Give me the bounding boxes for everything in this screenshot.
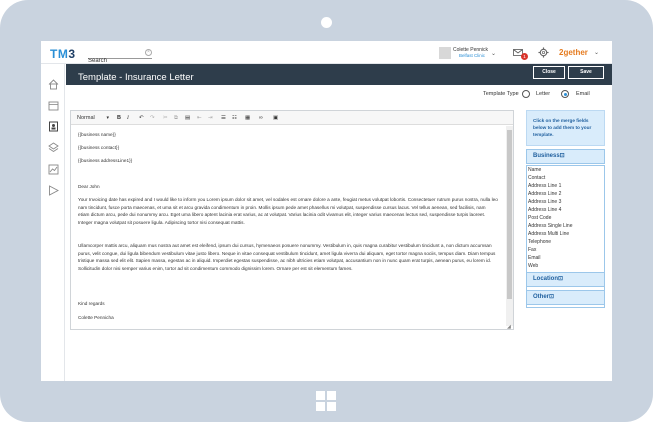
template-type-colon: :: [516, 91, 518, 97]
analytics-icon[interactable]: [48, 164, 59, 175]
sidebar: [41, 64, 65, 381]
field-address-line-2[interactable]: Address Line 2: [527, 190, 604, 198]
brand-menu-chevron-icon[interactable]: ⌄: [594, 49, 599, 56]
app-logo[interactable]: TM3: [50, 47, 76, 61]
indent-icon[interactable]: ⇥: [208, 114, 213, 122]
notification-badge: 1: [521, 53, 528, 60]
letter-paragraph-2: Ullamcorper mattis arcu, aliquam mus nos…: [78, 243, 496, 271]
logo-text: TM: [50, 47, 69, 61]
top-bar: TM3 × Colette Pennick Belfast Clinic ⌄ 1…: [41, 41, 612, 66]
section-location[interactable]: Location⊡: [526, 272, 605, 287]
image-icon[interactable]: ▣: [273, 114, 278, 122]
send-icon[interactable]: [48, 185, 59, 196]
field-post-code[interactable]: Post Code: [527, 214, 604, 222]
template-type-label: Template Type: [483, 91, 519, 97]
editor-scrollbar[interactable]: [506, 126, 513, 326]
merge-line-business-name: {{business name}}: [78, 132, 116, 137]
letter-signature: Colette Pennicha: [78, 315, 114, 320]
cut-icon[interactable]: ✂: [163, 114, 168, 122]
field-address-multi-line[interactable]: Address Multi Line: [527, 230, 604, 238]
page-header: Template - Insurance Letter Close Save: [66, 64, 612, 85]
field-address-line-4[interactable]: Address Line 4: [527, 206, 604, 214]
letter-greeting: Dear John: [78, 184, 100, 189]
radio-letter[interactable]: [522, 90, 530, 98]
format-select[interactable]: Normal: [77, 114, 109, 122]
paste-icon[interactable]: ▤: [185, 114, 190, 122]
avatar[interactable]: [439, 47, 451, 59]
radio-email[interactable]: [561, 90, 569, 98]
layers-icon[interactable]: [48, 142, 59, 153]
radio-email-label: Email: [576, 91, 590, 97]
bullet-list-icon[interactable]: ☷: [232, 114, 237, 122]
app-screen: TM3 × Colette Pennick Belfast Clinic ⌄ 1…: [41, 41, 612, 381]
merge-line-business-contact: {{business contact}}: [78, 145, 120, 150]
search-box: [88, 49, 152, 66]
save-button[interactable]: Save: [568, 66, 604, 79]
field-address-line-1[interactable]: Address Line 1: [527, 182, 604, 190]
gear-icon[interactable]: [538, 47, 549, 58]
outdent-icon[interactable]: ⇤: [197, 114, 202, 122]
close-button[interactable]: Close: [533, 66, 565, 79]
field-email[interactable]: Email: [527, 254, 604, 262]
calendar-icon[interactable]: [48, 100, 59, 111]
redo-button[interactable]: ↷: [150, 114, 155, 122]
field-fax[interactable]: Fax: [527, 246, 604, 254]
home-icon[interactable]: [48, 79, 59, 90]
clear-search-icon[interactable]: ×: [145, 49, 152, 56]
field-name[interactable]: Name: [527, 166, 604, 174]
field-contact[interactable]: Contact: [527, 174, 604, 182]
section-other[interactable]: Other⊡: [526, 290, 605, 305]
contacts-icon[interactable]: [48, 121, 59, 132]
brand-name[interactable]: 2gether: [559, 48, 588, 57]
table-icon[interactable]: ▦: [245, 114, 250, 122]
rich-text-editor[interactable]: Normal B I ↶ ↷ ✂ ⧉ ▤ ⇤ ⇥ ☰ ☷ ▦ ∞ ▣ {{bus…: [70, 110, 514, 330]
logo-digit: 3: [68, 47, 76, 61]
radio-letter-label: Letter: [536, 91, 551, 97]
field-web[interactable]: Web: [527, 262, 604, 270]
section-business[interactable]: Business⊡: [526, 149, 605, 164]
page-title: Template - Insurance Letter: [78, 72, 194, 83]
field-address-line-3[interactable]: Address Line 3: [527, 198, 604, 206]
field-address-single-line[interactable]: Address Single Line: [527, 222, 604, 230]
windows-icon[interactable]: [316, 391, 336, 411]
italic-button[interactable]: I: [127, 114, 129, 122]
letter-paragraph-1: Your Invoicing date has expired and I wo…: [78, 197, 498, 225]
field-telephone[interactable]: Telephone: [527, 238, 604, 246]
copy-icon[interactable]: ⧉: [174, 114, 178, 122]
numbered-list-icon[interactable]: ☰: [221, 114, 226, 122]
undo-button[interactable]: ↶: [139, 114, 144, 122]
bold-button[interactable]: B: [117, 114, 121, 122]
user-menu-chevron-icon[interactable]: ⌄: [491, 50, 496, 57]
link-icon[interactable]: ∞: [259, 114, 263, 122]
user-organisation: Belfast Clinic: [459, 53, 486, 58]
tablet-frame: TM3 × Colette Pennick Belfast Clinic ⌄ 1…: [0, 0, 653, 422]
letter-closing: Kind regards: [78, 301, 105, 306]
camera-dot: [321, 17, 332, 28]
merge-help-box: Click on the merge fields below to add t…: [526, 110, 605, 146]
scrollbar-thumb[interactable]: [507, 130, 512, 299]
editor-toolbar: Normal B I ↶ ↷ ✂ ⧉ ▤ ⇤ ⇥ ☰ ☷ ▦ ∞ ▣: [71, 111, 513, 125]
resize-handle-icon[interactable]: ◢: [507, 324, 511, 330]
merge-help-text: Click on the merge fields below to add t…: [533, 118, 592, 137]
merge-line-business-address: {{business addressLine1}}: [78, 158, 133, 163]
